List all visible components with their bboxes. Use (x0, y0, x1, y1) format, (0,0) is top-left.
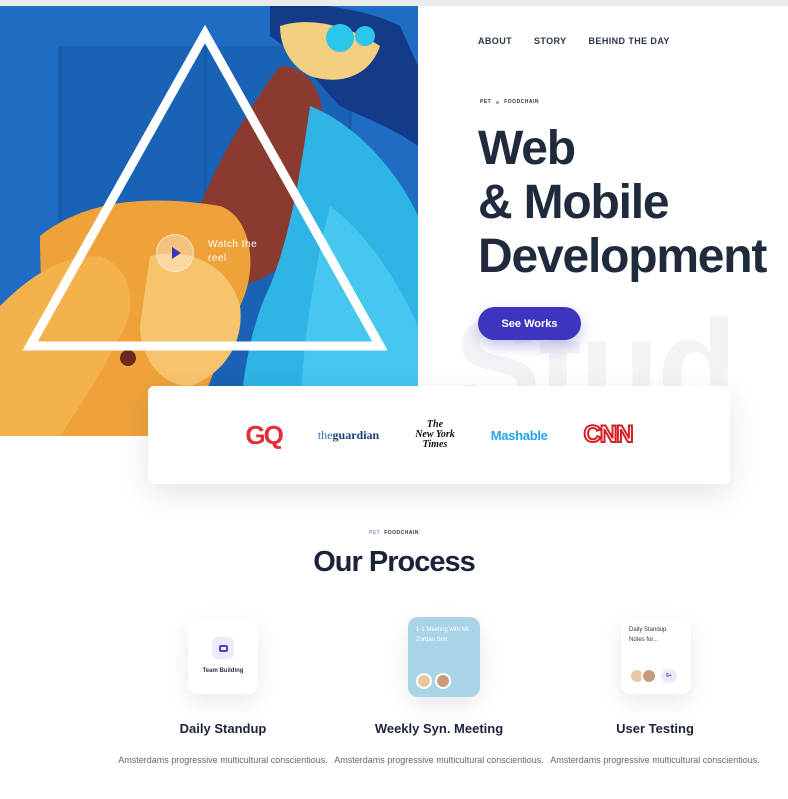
avatar (416, 673, 432, 689)
press-logos-bar: GQ theguardian The New York Times Mashab… (148, 386, 730, 484)
mural-art (0, 6, 418, 436)
process-eyebrow-right: FOODCHAIN (384, 530, 419, 536)
nav-behind-the-day[interactable]: BEHIND THE DAY (589, 36, 670, 46)
nyt-logo[interactable]: The New York Times (415, 420, 455, 450)
eyebrow-right: FOODCHAIN (504, 99, 540, 105)
standup-notes-card[interactable]: Daily Standup Notes for... 6+ (621, 617, 691, 694)
play-icon (172, 247, 181, 259)
mashable-logo[interactable]: Mashable (491, 428, 548, 443)
meeting-card[interactable]: 1-1 Meeting with Mr. Zordan Smt (408, 617, 480, 697)
step-desc-daily-standup: Amsterdams progressive multicultural con… (118, 755, 328, 765)
process-title: Our Process (313, 546, 475, 578)
step-title-daily-standup: Daily Standup (179, 721, 267, 736)
step-title-weekly-meeting: Weekly Syn. Meeting (374, 721, 504, 736)
play-reel-button[interactable] (156, 234, 194, 272)
headline-line-3: Development (478, 230, 767, 283)
hero-headline: Web & Mobile Development (478, 122, 788, 284)
meeting-card-text: 1-1 Meeting with Mr. Zordan Smt (416, 627, 471, 643)
avatar (641, 668, 657, 684)
headline-line-2: & Mobile (478, 176, 670, 229)
team-building-label: Team Building (202, 668, 244, 674)
step-desc-user-testing: Amsterdams progressive multicultural con… (550, 755, 760, 765)
guardian-prefix: the (317, 427, 333, 442)
nyt-line-3: Times (422, 439, 448, 450)
eyebrow-dot (496, 100, 500, 104)
more-count-badge: 6+ (661, 669, 677, 683)
guardian-name: guardian (332, 427, 380, 442)
standup-notes-text: Daily Standup Notes for... (629, 627, 667, 643)
process-eyebrow-left: PET (368, 530, 381, 536)
step-desc-weekly-meeting: Amsterdams progressive multicultural con… (334, 755, 544, 765)
headline-line-1: Web (478, 122, 576, 175)
see-works-button[interactable]: See Works (478, 307, 581, 340)
step-title-user-testing: User Testing (616, 721, 694, 736)
watch-reel-label: Watch the reel (208, 239, 258, 264)
eyebrow-left: PET (480, 99, 492, 105)
nav-about[interactable]: ABOUT (478, 36, 512, 46)
meeting-avatars (416, 673, 451, 689)
team-building-card[interactable]: Team Building (188, 617, 258, 694)
hero-illustration: Watch the reel (0, 6, 418, 436)
process-eyebrow: PET FOODCHAIN (0, 530, 788, 536)
nav-story[interactable]: STORY (534, 36, 567, 46)
standup-avatars: 6+ (629, 668, 677, 684)
avatar (435, 673, 451, 689)
cnn-logo[interactable]: CNN (583, 420, 635, 449)
calendar-icon (212, 637, 234, 659)
hero-eyebrow: PET FOODCHAIN (480, 99, 539, 105)
top-navigation: ABOUT STORY BEHIND THE DAY (478, 36, 670, 46)
gq-logo[interactable]: GQ (245, 420, 283, 451)
guardian-logo[interactable]: theguardian (318, 428, 379, 443)
